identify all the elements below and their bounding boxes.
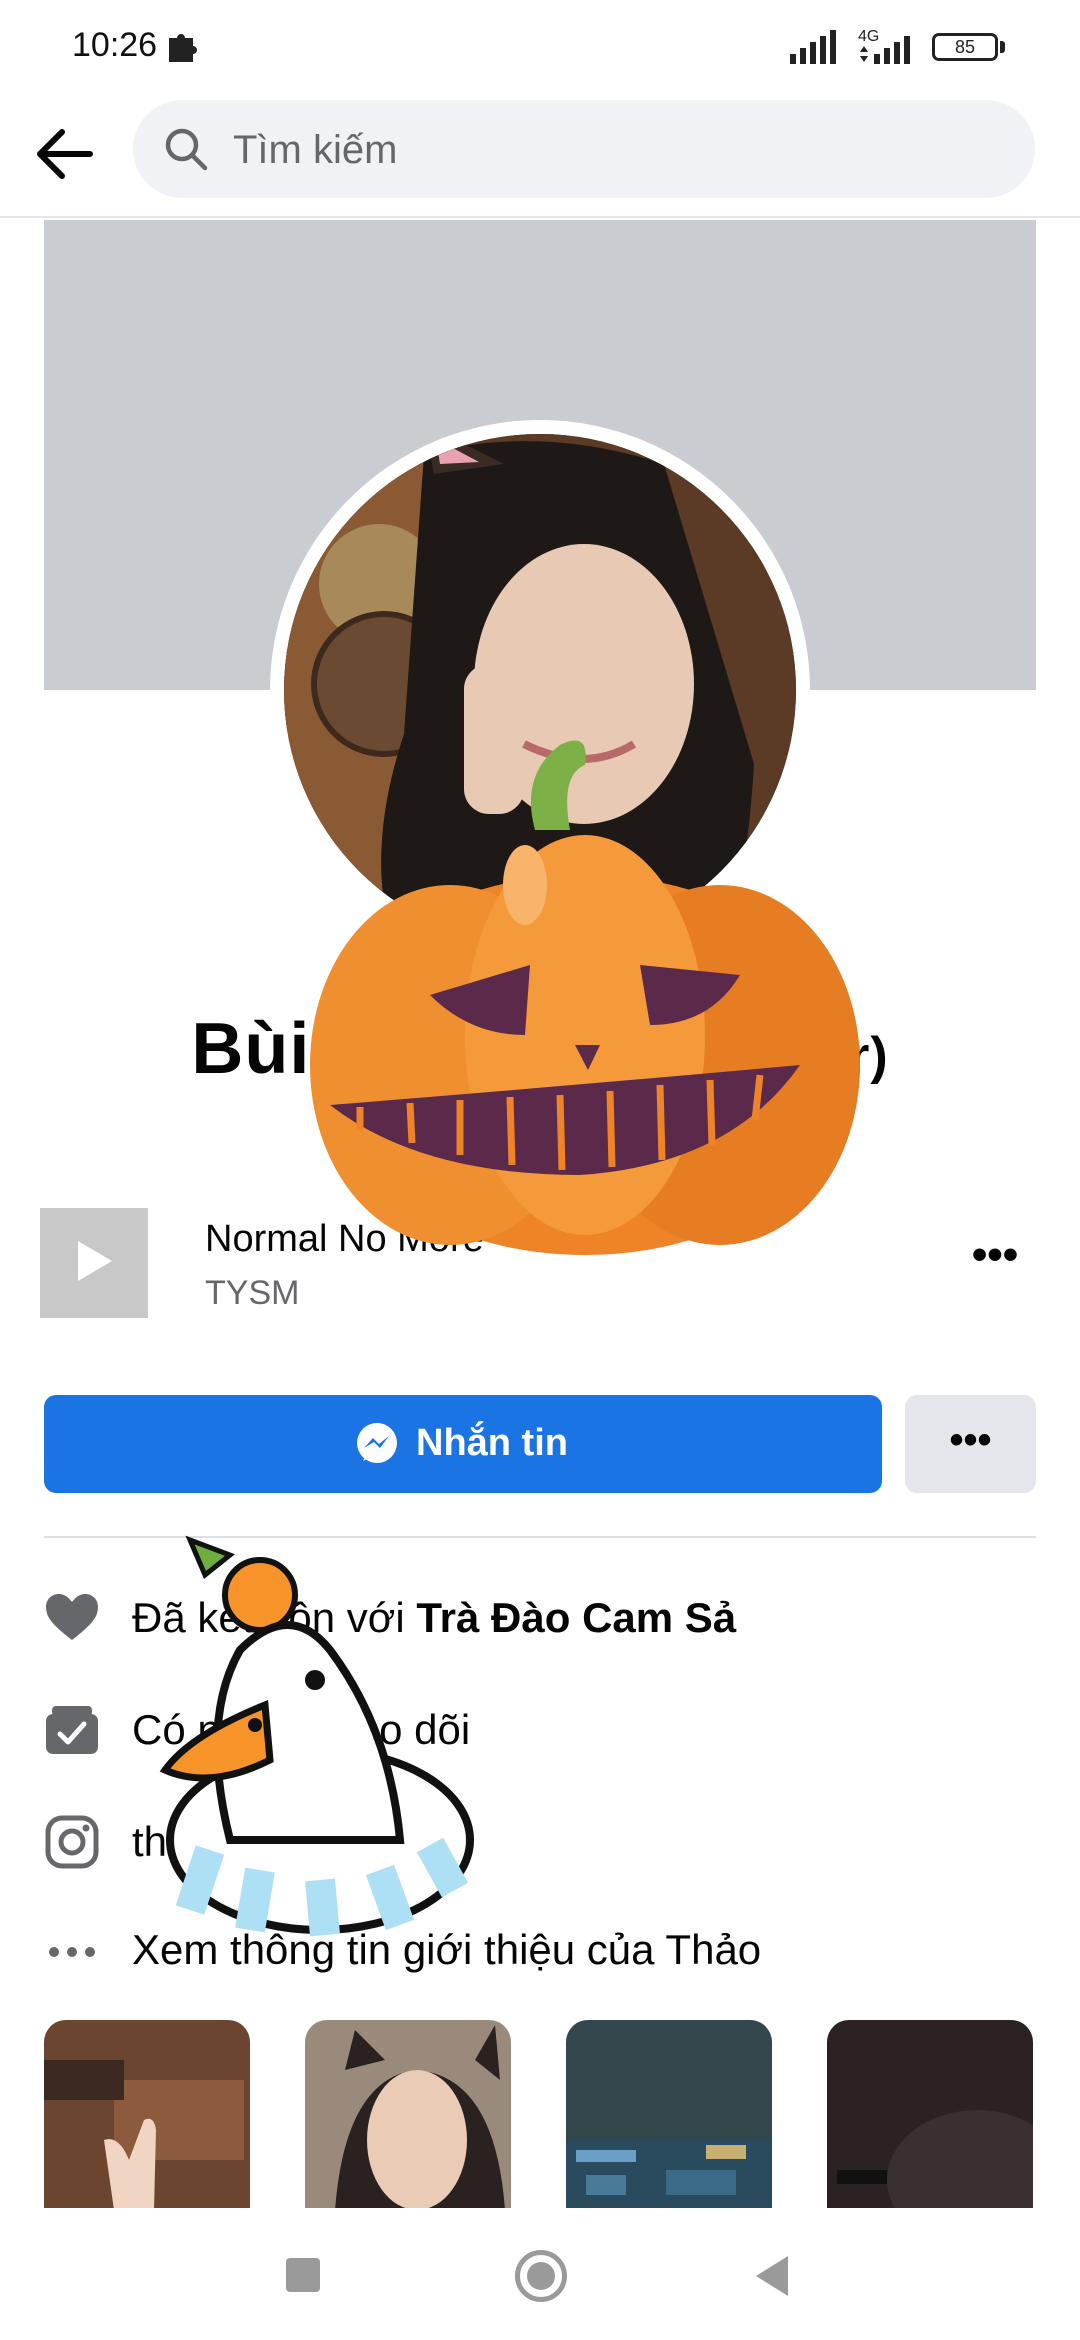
duck-sticker — [159, 1535, 474, 1937]
search-placeholder: Tìm kiếm — [233, 128, 398, 172]
featured-photo[interactable] — [305, 2020, 511, 2210]
profile-more-button[interactable]: ••• — [905, 1395, 1036, 1493]
featured-photo-image — [305, 2020, 511, 2210]
featured-photo-image — [827, 2020, 1033, 2210]
featured-photo[interactable] — [44, 2020, 250, 2210]
music-cover[interactable] — [40, 1208, 148, 1318]
battery-tip — [1000, 41, 1005, 53]
status-bar: 10:26 4G 85 — [0, 0, 1080, 90]
system-back-button[interactable] — [756, 2256, 788, 2296]
search-icon — [165, 128, 208, 171]
battery-indicator: 85 — [932, 33, 998, 61]
featured-photo-image — [44, 2020, 250, 2210]
instagram-icon — [45, 1815, 99, 1869]
more-dots-icon: ••• — [949, 1418, 992, 1462]
song-artist: TYSM — [205, 1274, 300, 1312]
status-time: 10:26 — [72, 26, 158, 64]
message-button-label: Nhắn tin — [416, 1422, 568, 1464]
message-button[interactable]: Nhắn tin — [44, 1395, 882, 1493]
back-arrow-icon[interactable] — [30, 118, 102, 190]
puzzle-notification-icon — [169, 34, 197, 62]
play-icon[interactable] — [78, 1241, 112, 1281]
battery-level-text: 85 — [954, 37, 976, 57]
featured-photo[interactable] — [827, 2020, 1033, 2210]
system-navigation-bar — [0, 2208, 1080, 2340]
featured-photo[interactable] — [566, 2020, 772, 2210]
more-options-icon[interactable]: ••• — [965, 1233, 1025, 1280]
featured-photo-image — [566, 2020, 772, 2210]
home-button[interactable] — [515, 2250, 567, 2302]
more-dots-icon — [49, 1947, 95, 1957]
messenger-icon — [357, 1423, 397, 1463]
followers-icon — [46, 1706, 98, 1754]
top-bar: Tìm kiếm — [0, 90, 1080, 218]
search-input[interactable]: Tìm kiếm — [133, 100, 1035, 198]
pumpkin-sticker — [310, 740, 860, 1255]
recent-apps-button[interactable] — [286, 2258, 320, 2292]
heart-icon — [46, 1594, 98, 1640]
signal-strength-4g-icon — [860, 36, 910, 64]
signal-strength-icon — [790, 30, 836, 64]
home-button-inner — [527, 2262, 555, 2290]
